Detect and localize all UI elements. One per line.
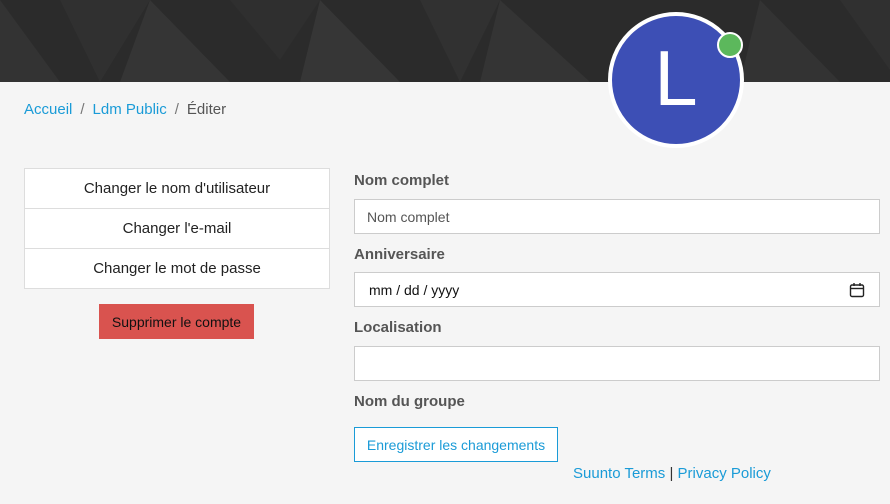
location-label: Localisation bbox=[354, 319, 442, 336]
breadcrumb-profile-link[interactable]: Ldm Public bbox=[93, 101, 167, 118]
breadcrumb-current: Éditer bbox=[186, 101, 227, 118]
full-name-label: Nom complet bbox=[354, 172, 450, 189]
banner-pattern bbox=[0, 0, 890, 82]
location-input[interactable] bbox=[354, 346, 880, 381]
breadcrumb-separator: / bbox=[174, 101, 179, 118]
breadcrumb: Accueil / Ldm Public / Éditer bbox=[24, 101, 226, 118]
full-name-input[interactable] bbox=[354, 199, 880, 234]
calendar-icon[interactable] bbox=[849, 282, 865, 298]
privacy-policy-link[interactable]: Privacy Policy bbox=[678, 465, 771, 482]
birthday-date-input[interactable]: mm / dd / yyyy bbox=[354, 272, 880, 307]
online-status-indicator bbox=[717, 32, 743, 58]
birthday-date-value: mm / dd / yyyy bbox=[369, 281, 460, 298]
birthday-label: Anniversaire bbox=[354, 246, 445, 263]
change-password-item[interactable]: Changer le mot de passe bbox=[25, 248, 329, 288]
group-name-label: Nom du groupe bbox=[354, 393, 465, 410]
save-changes-button[interactable]: Enregistrer les changements bbox=[354, 427, 558, 462]
breadcrumb-home-link[interactable]: Accueil bbox=[24, 101, 72, 118]
footer-separator: | bbox=[669, 465, 674, 482]
terms-link[interactable]: Suunto Terms bbox=[573, 465, 665, 482]
delete-account-button[interactable]: Supprimer le compte bbox=[99, 304, 254, 339]
account-settings-menu: Changer le nom d'utilisateur Changer l'e… bbox=[24, 168, 330, 289]
avatar-letter: L bbox=[654, 34, 698, 122]
change-email-item[interactable]: Changer l'e-mail bbox=[25, 208, 329, 248]
footer-links: Suunto Terms | Privacy Policy bbox=[573, 465, 771, 482]
change-username-item[interactable]: Changer le nom d'utilisateur bbox=[25, 169, 329, 208]
breadcrumb-separator: / bbox=[80, 101, 85, 118]
header-banner bbox=[0, 0, 890, 82]
